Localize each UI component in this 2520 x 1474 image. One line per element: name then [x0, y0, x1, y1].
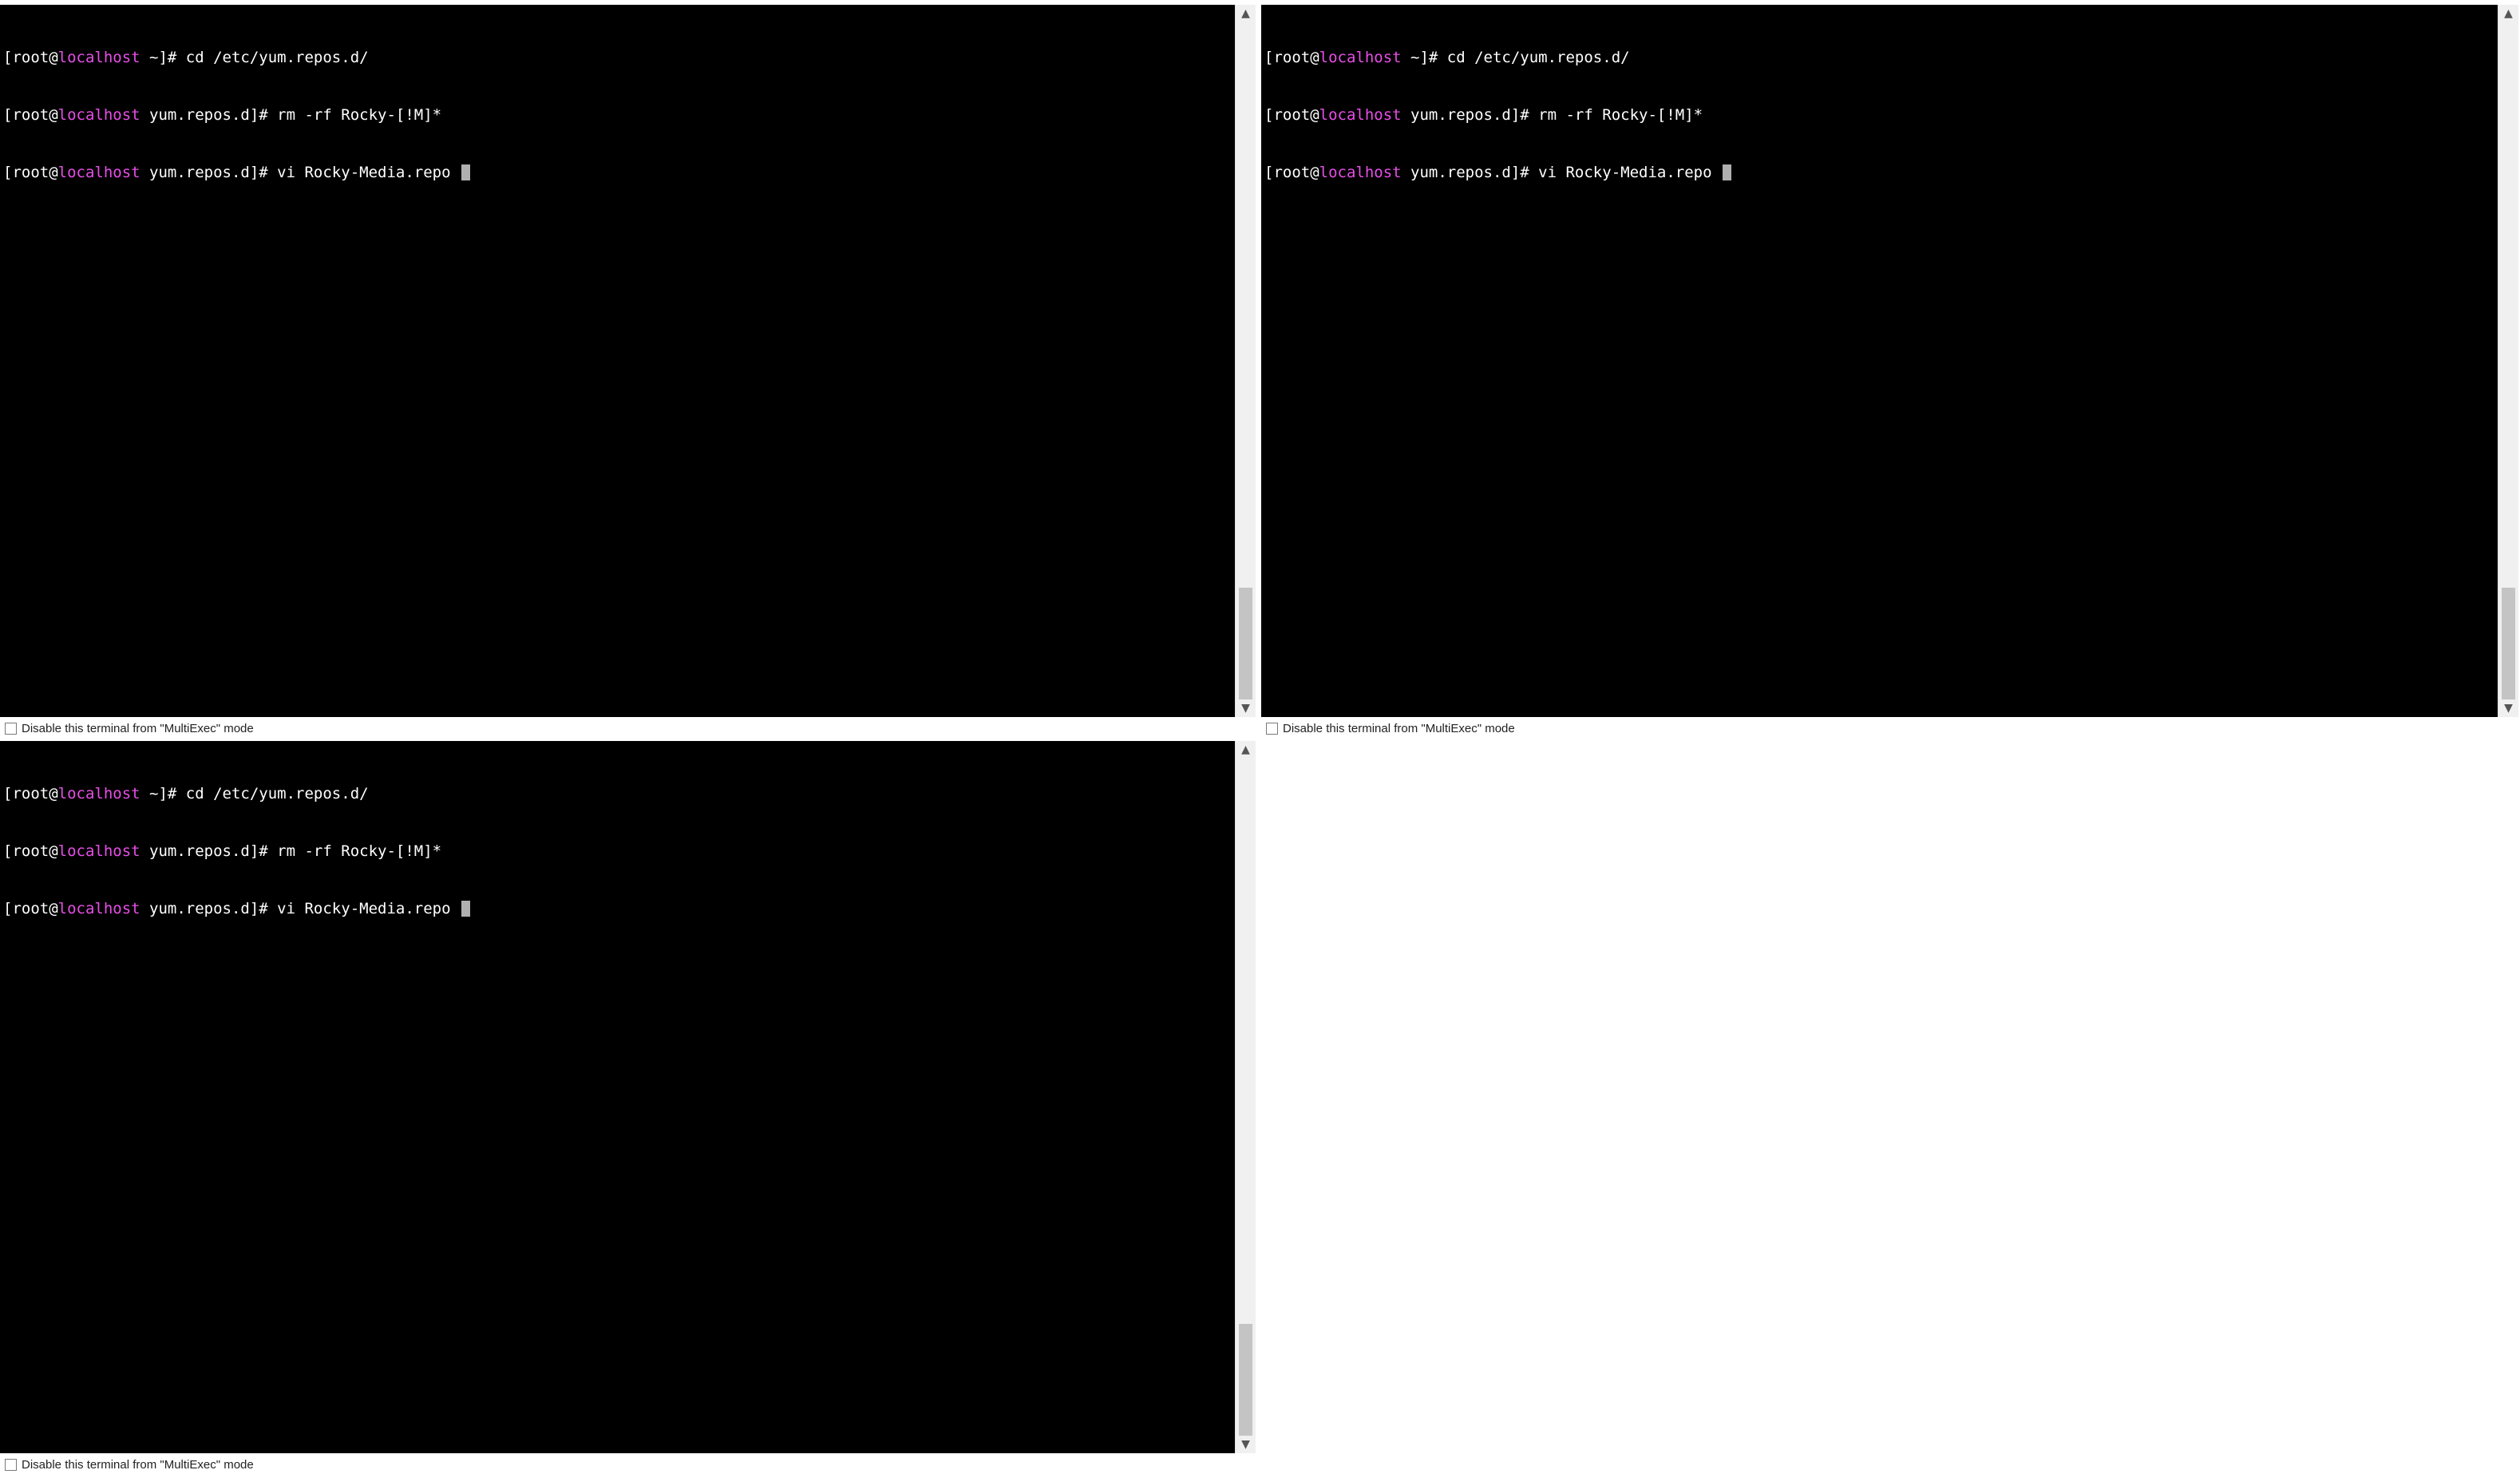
cursor-icon	[461, 901, 470, 917]
terminal-output[interactable]: [root@localhost ~]# cd /etc/yum.repos.d/…	[0, 5, 1235, 717]
terminal-line: [root@localhost yum.repos.d]# rm -rf Roc…	[3, 106, 442, 124]
scroll-up-icon[interactable]: ▲	[2498, 5, 2518, 22]
terminal-pane-3: [root@localhost ~]# cd /etc/yum.repos.d/…	[0, 741, 1257, 1474]
terminal-pane-1: [root@localhost ~]# cd /etc/yum.repos.d/…	[0, 5, 1257, 739]
multiexec-checkbox[interactable]	[5, 722, 17, 735]
vertical-scrollbar[interactable]: ▲ ▼	[2498, 5, 2518, 717]
terminal-output[interactable]: [root@localhost ~]# cd /etc/yum.repos.d/…	[1261, 5, 2498, 717]
multiexec-label: Disable this terminal from "MultiExec" m…	[1283, 721, 1515, 735]
terminal-line: [root@localhost yum.repos.d]# vi Rocky-M…	[3, 163, 1235, 182]
terminal-line: [root@localhost ~]# cd /etc/yum.repos.d/	[3, 785, 369, 802]
multiexec-checkbox[interactable]	[1266, 722, 1278, 735]
scroll-up-icon[interactable]: ▲	[1236, 741, 1256, 759]
terminal-line: [root@localhost ~]# cd /etc/yum.repos.d/	[1264, 49, 1630, 66]
multiexec-toggle[interactable]: Disable this terminal from "MultiExec" m…	[5, 719, 254, 737]
empty-workspace	[1261, 741, 2520, 1474]
vertical-scrollbar[interactable]: ▲ ▼	[1235, 741, 1256, 1453]
scroll-down-icon[interactable]: ▼	[1236, 699, 1256, 717]
multiexec-toggle[interactable]: Disable this terminal from "MultiExec" m…	[5, 1456, 254, 1473]
cursor-icon	[461, 164, 470, 180]
terminal-line: [root@localhost yum.repos.d]# vi Rocky-M…	[3, 899, 1235, 918]
terminal-line: [root@localhost ~]# cd /etc/yum.repos.d/	[3, 49, 369, 66]
multiexec-toggle[interactable]: Disable this terminal from "MultiExec" m…	[1266, 719, 1515, 737]
scroll-down-icon[interactable]: ▼	[1236, 1436, 1256, 1453]
scroll-up-icon[interactable]: ▲	[1236, 5, 1256, 22]
terminal-output[interactable]: [root@localhost ~]# cd /etc/yum.repos.d/…	[0, 741, 1235, 1453]
vertical-scrollbar[interactable]: ▲ ▼	[1235, 5, 1256, 717]
cursor-icon	[1722, 164, 1731, 180]
terminal-line: [root@localhost yum.repos.d]# vi Rocky-M…	[1264, 163, 2498, 182]
multiexec-label: Disable this terminal from "MultiExec" m…	[22, 721, 254, 735]
terminal-line: [root@localhost yum.repos.d]# rm -rf Roc…	[1264, 106, 1703, 124]
scrollbar-thumb[interactable]	[1239, 1324, 1252, 1436]
scrollbar-thumb[interactable]	[1239, 588, 1252, 699]
multiexec-label: Disable this terminal from "MultiExec" m…	[22, 1457, 254, 1472]
terminal-pane-2: [root@localhost ~]# cd /etc/yum.repos.d/…	[1261, 5, 2520, 739]
scrollbar-thumb[interactable]	[2502, 588, 2515, 699]
terminal-line: [root@localhost yum.repos.d]# rm -rf Roc…	[3, 842, 442, 860]
multiexec-checkbox[interactable]	[5, 1458, 17, 1471]
scroll-down-icon[interactable]: ▼	[2498, 699, 2518, 717]
